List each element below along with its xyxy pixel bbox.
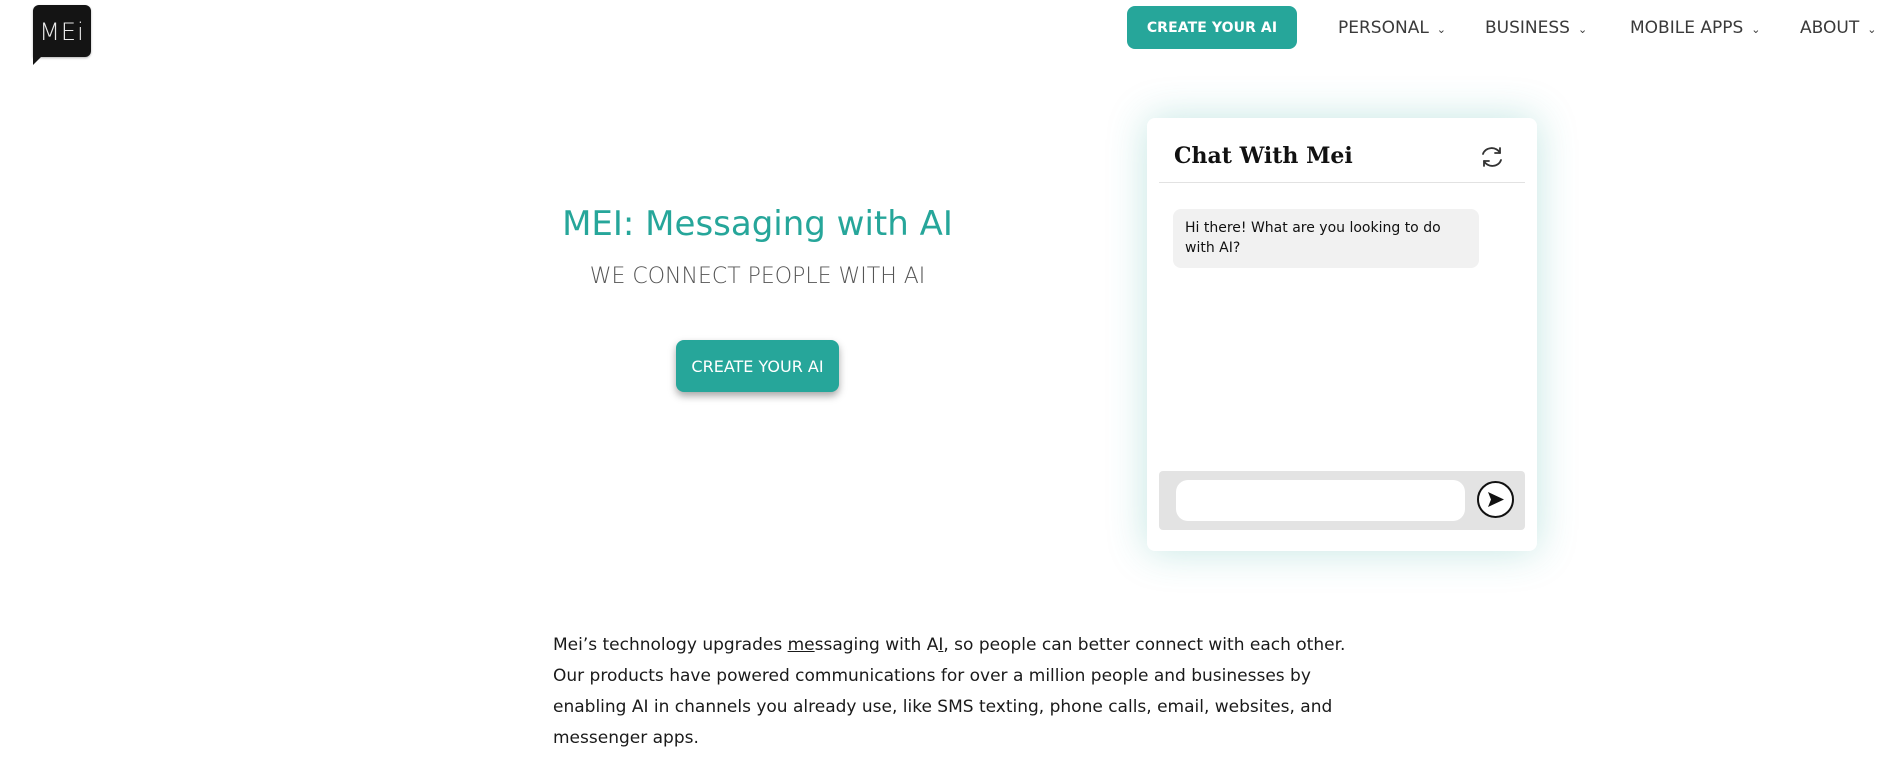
hero-title: MEI: Messaging with AI [562,204,953,244]
intro-paragraph: Mei’s technology upgrades messaging with… [553,630,1373,754]
intro-text-underlined-1: me [787,635,815,655]
hero-subtitle: WE CONNECT PEOPLE WITH AI [589,264,926,289]
chat-widget: Chat With Mei Hi there! What are you loo… [1147,118,1537,551]
logo[interactable]: MEi [33,5,91,65]
send-icon [1488,492,1504,507]
chat-divider [1159,182,1525,183]
nav-personal[interactable]: PERSONAL ⌄ [1338,16,1446,40]
nav-mobile-apps-label: MOBILE APPS [1630,18,1744,38]
nav-personal-label: PERSONAL [1338,18,1429,38]
nav-business-label: BUSINESS [1485,18,1570,38]
create-your-ai-header-button[interactable]: CREATE YOUR AI [1127,6,1297,49]
create-your-ai-hero-button[interactable]: CREATE YOUR AI [676,340,839,392]
chat-input[interactable] [1176,480,1465,521]
chevron-down-icon: ⌄ [1436,22,1447,36]
nav-business[interactable]: BUSINESS ⌄ [1485,16,1587,40]
send-button[interactable] [1477,481,1514,518]
logo-text: MEi [39,18,85,46]
intro-text-2: ssaging with A [814,635,939,655]
chat-title: Chat With Mei [1174,143,1353,169]
nav-mobile-apps[interactable]: MOBILE APPS ⌄ [1630,16,1760,40]
chevron-down-icon: ⌄ [1751,22,1761,36]
chevron-down-icon: ⌄ [1867,22,1877,36]
refresh-icon[interactable] [1477,142,1507,172]
intro-text-1: Mei’s technology upgrades [553,635,788,655]
chat-message-bot: Hi there! What are you looking to do wit… [1173,209,1479,268]
nav-about-label: ABOUT [1800,18,1860,38]
chat-input-bar [1159,471,1525,530]
nav-about[interactable]: ABOUT ⌄ [1800,16,1876,40]
chevron-down-icon: ⌄ [1577,22,1588,36]
